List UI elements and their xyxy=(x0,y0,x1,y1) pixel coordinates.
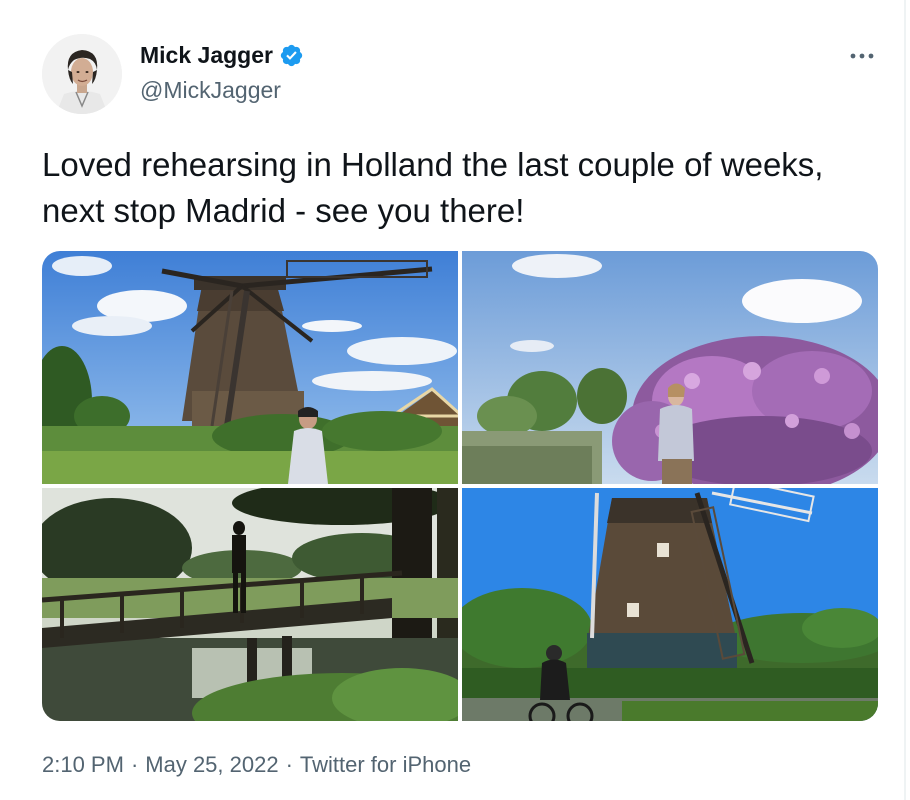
windmill-bicycle-photo[interactable] xyxy=(462,488,878,721)
author-name-row[interactable]: Mick Jagger xyxy=(140,42,304,69)
tweet-date[interactable]: May 25, 2022 xyxy=(145,752,278,778)
tweet-source[interactable]: Twitter for iPhone xyxy=(300,752,471,778)
author-handle[interactable]: @MickJagger xyxy=(140,77,281,104)
tweet-text: Loved rehearsing in Holland the last cou… xyxy=(42,146,824,229)
meta-separator: · xyxy=(285,752,293,777)
flowers-canal-photo[interactable] xyxy=(462,251,878,484)
card-right-border xyxy=(904,0,906,800)
tweet-card: Mick Jagger @MickJagger Loved rehearsing… xyxy=(0,0,906,800)
media-grid xyxy=(42,251,878,721)
author-display-name[interactable]: Mick Jagger xyxy=(140,42,273,69)
tweet-meta: 2:10 PM · May 25, 2022 · Twitter for iPh… xyxy=(42,752,471,778)
meta-separator: · xyxy=(130,752,139,777)
verified-badge-icon xyxy=(279,43,304,68)
more-options-icon[interactable] xyxy=(846,46,878,66)
tweet-time[interactable]: 2:10 PM xyxy=(42,752,124,778)
author-avatar[interactable] xyxy=(42,34,122,114)
bridge-silhouette-photo[interactable] xyxy=(42,488,458,721)
windmill-front-photo[interactable] xyxy=(42,251,458,484)
